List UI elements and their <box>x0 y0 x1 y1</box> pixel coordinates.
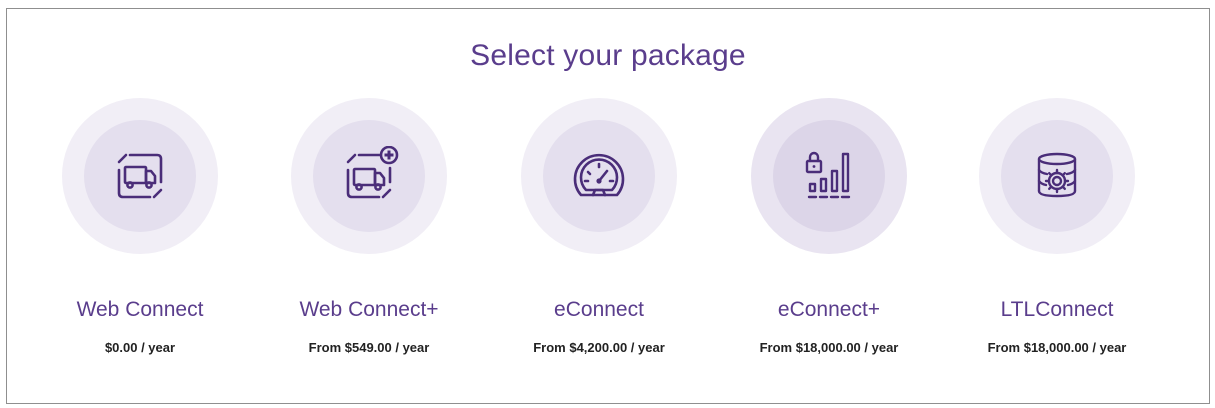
package-selector-panel: Select your package Web Connect $0.00 / … <box>6 8 1210 404</box>
package-name: eConnect <box>554 298 644 321</box>
package-list: Web Connect $0.00 / year Web Connect+ Fr… <box>7 9 1209 403</box>
truck-box-plus-icon <box>346 146 399 199</box>
package-name: Web Connect <box>76 298 204 321</box>
package-card-web-connect[interactable]: Web Connect $0.00 / year <box>40 98 240 388</box>
package-price: From $18,000.00 / year <box>759 340 899 355</box>
package-card-web-connect-plus[interactable]: Web Connect+ From $549.00 / year <box>269 98 469 388</box>
package-icon-circle <box>521 98 677 254</box>
speedometer-icon <box>573 153 625 197</box>
package-card-ltlconnect[interactable]: LTLConnect From $18,000.00 / year <box>957 98 1157 388</box>
truck-box-icon <box>117 153 163 199</box>
package-icon-circle <box>979 98 1135 254</box>
package-name: eConnect+ <box>777 298 881 321</box>
package-card-econnect[interactable]: eConnect From $4,200.00 / year <box>499 98 699 388</box>
package-icon-circle <box>751 98 907 254</box>
package-card-econnect-plus[interactable]: eConnect+ From $18,000.00 / year <box>729 98 929 388</box>
package-name: LTLConnect <box>1000 298 1114 321</box>
package-icon-circle <box>291 98 447 254</box>
database-gear-icon <box>1037 152 1077 198</box>
package-name: Web Connect+ <box>299 298 439 321</box>
package-price: From $4,200.00 / year <box>533 340 665 355</box>
lock-bar-chart-icon <box>805 151 851 199</box>
package-price: From $549.00 / year <box>308 340 430 355</box>
package-price: From $18,000.00 / year <box>987 340 1127 355</box>
package-price: $0.00 / year <box>104 340 176 355</box>
package-icon-circle <box>62 98 218 254</box>
